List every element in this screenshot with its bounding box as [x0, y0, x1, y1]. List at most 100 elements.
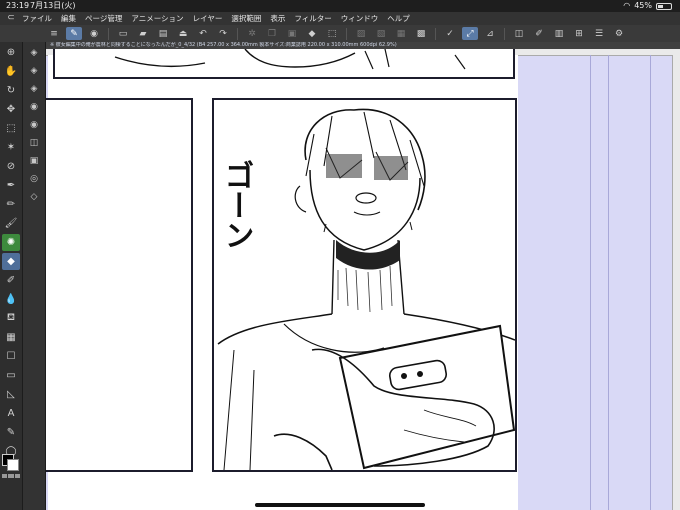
subtool-1-icon[interactable]: ◈	[26, 45, 42, 60]
gradient-icon[interactable]: ▦	[2, 329, 20, 346]
tool-property-icon[interactable]: ✐	[531, 27, 547, 40]
brush-icon[interactable]: 🖌	[2, 215, 20, 232]
rotate-icon[interactable]: ↻	[2, 82, 20, 99]
subtool-2-icon[interactable]: ◈	[26, 63, 42, 78]
pen-icon[interactable]: ✓	[442, 27, 458, 40]
paste-icon[interactable]: ▣	[284, 27, 300, 40]
menu-help[interactable]: ヘルプ	[387, 12, 410, 25]
copy-icon[interactable]: ❐	[264, 27, 280, 40]
magic-wand-icon[interactable]: ✶	[2, 139, 20, 156]
material-icon[interactable]: ▥	[551, 27, 567, 40]
balloon-icon[interactable]: ✎	[2, 424, 20, 441]
subtool-6-icon[interactable]: ◫	[26, 135, 42, 150]
undo-icon[interactable]: ↶	[195, 27, 211, 40]
menu-view[interactable]: 表示	[270, 12, 285, 25]
text-icon[interactable]: A	[2, 405, 20, 422]
subtool-4-icon[interactable]: ◉	[26, 99, 42, 114]
redo-icon[interactable]: ↷	[215, 27, 231, 40]
menu-edit[interactable]: 編集	[61, 12, 76, 25]
status-right: ◠ 45%	[623, 0, 672, 12]
status-bar: 23:19 7月13日(火) ◠ 45%	[0, 0, 680, 12]
eyedropper-icon[interactable]: ⊘	[2, 158, 20, 175]
eraser-icon[interactable]: ◆	[2, 253, 20, 270]
battery-label: 45%	[634, 1, 652, 10]
fill-bucket-icon[interactable]: ⛾	[2, 310, 20, 327]
menu-window[interactable]: ウィンドウ	[341, 12, 379, 25]
background-color-swatch[interactable]	[7, 459, 19, 471]
panel-top[interactable]	[53, 49, 515, 79]
menu-bar: ⊂ ファイル 編集 ページ管理 アニメーション レイヤー 選択範囲 表示 フィル…	[0, 12, 680, 25]
subtool-9-icon[interactable]: ◇	[26, 189, 42, 204]
battery-fill	[658, 4, 663, 8]
layer-property-icon[interactable]: ◫	[511, 27, 527, 40]
menu-file[interactable]: ファイル	[22, 12, 52, 25]
color-wheel-icon[interactable]: ◉	[86, 27, 102, 40]
color-mode-row[interactable]	[2, 474, 20, 478]
battery-icon	[656, 2, 672, 10]
document-info-bar: ※ 彼女編集中の俺が農林と同棲することになったんだが_0_4/32 (B4 25…	[46, 42, 680, 49]
menu-page[interactable]: ページ管理	[85, 12, 122, 25]
guide-line	[590, 55, 591, 510]
deselect-icon[interactable]: ▦	[393, 27, 409, 40]
navigator-icon[interactable]: ⊞	[571, 27, 587, 40]
separator	[504, 27, 505, 40]
menu-filter[interactable]: フィルター	[294, 12, 331, 25]
layer-panel-icon[interactable]: ☰	[591, 27, 607, 40]
panel-left[interactable]	[46, 98, 193, 472]
selection-icon[interactable]: ⬚	[2, 120, 20, 137]
save-icon[interactable]: ▤	[155, 27, 171, 40]
frame-border-icon[interactable]: ▭	[2, 367, 20, 384]
pen-tool-icon[interactable]: ✒	[2, 177, 20, 194]
ruler-icon[interactable]: ◺	[2, 386, 20, 403]
tool-palette: ⊕ ✋ ↻ ✥ ⬚ ✶ ⊘ ✒ ✏ 🖌 ✺ ◆ ✐ 💧 ⛾ ▦ ☐ ▭ ◺ A …	[0, 42, 23, 510]
figure-icon[interactable]: ☐	[2, 348, 20, 365]
clear-icon[interactable]: ▨	[353, 27, 369, 40]
menu-animation[interactable]: アニメーション	[131, 12, 183, 25]
canvas-area[interactable]: ゴーン	[46, 49, 680, 510]
move-icon[interactable]: ✥	[2, 101, 20, 118]
airbrush-icon[interactable]: ✺	[2, 234, 20, 251]
hand-icon[interactable]: ✋	[2, 63, 20, 80]
cut-icon[interactable]: ✲	[244, 27, 260, 40]
zoom-icon[interactable]: ⊕	[2, 44, 20, 61]
manga-page[interactable]: ゴーン	[46, 49, 518, 510]
sfx-text: ゴーン	[219, 159, 254, 250]
panel-right[interactable]: ゴーン	[212, 98, 517, 472]
menu-layer[interactable]: レイヤー	[193, 12, 223, 25]
brush-settings-icon[interactable]: ✎	[66, 27, 82, 40]
separator	[237, 27, 238, 40]
hamburger-icon[interactable]: ≡	[46, 27, 62, 40]
blend-icon[interactable]: ✐	[2, 272, 20, 289]
home-indicator[interactable]	[255, 503, 425, 507]
vertical-ruler	[672, 55, 680, 510]
panel-right-drawing: ゴーン	[217, 108, 515, 470]
command-bar: ≡ ✎ ◉ ▭ ▰ ▤ ⏏ ↶ ↷ ✲ ❐ ▣ ◆ ⬚ ▨ ▧ ▦ ▩ ✓ ⤢ …	[0, 25, 680, 43]
water-icon[interactable]: 💧	[2, 291, 20, 308]
menu-selection[interactable]: 選択範囲	[231, 12, 261, 25]
subtool-3-icon[interactable]: ◈	[26, 81, 42, 96]
pencil-icon[interactable]: ✏	[2, 196, 20, 213]
subtool-5-icon[interactable]: ◉	[26, 117, 42, 132]
vector-pen-icon[interactable]: ⤢	[462, 27, 478, 40]
subtool-7-icon[interactable]: ▣	[26, 153, 42, 168]
status-date: 7月13日(火)	[30, 1, 76, 10]
sub-tool-palette: ◈ ◈ ◈ ◉ ◉ ◫ ▣ ◎ ◇	[23, 42, 46, 510]
separator	[346, 27, 347, 40]
guide-line	[608, 55, 609, 510]
fill-icon[interactable]: ◆	[304, 27, 320, 40]
transform-icon[interactable]: ⬚	[324, 27, 340, 40]
settings-icon[interactable]: ⚙	[611, 27, 627, 40]
invert-selection-icon[interactable]: ▩	[413, 27, 429, 40]
open-folder-icon[interactable]: ▰	[135, 27, 151, 40]
app-logo-icon[interactable]: ⊂	[0, 12, 22, 25]
subtool-8-icon[interactable]: ◎	[26, 171, 42, 186]
separator	[435, 27, 436, 40]
status-time: 23:19	[6, 1, 30, 10]
separator	[108, 27, 109, 40]
clear-outside-icon[interactable]: ▧	[373, 27, 389, 40]
panel-top-drawing	[114, 49, 466, 70]
ruler-pen-icon[interactable]: ⊿	[482, 27, 498, 40]
guide-line	[650, 55, 651, 510]
export-icon[interactable]: ⏏	[175, 27, 191, 40]
new-file-icon[interactable]: ▭	[115, 27, 131, 40]
